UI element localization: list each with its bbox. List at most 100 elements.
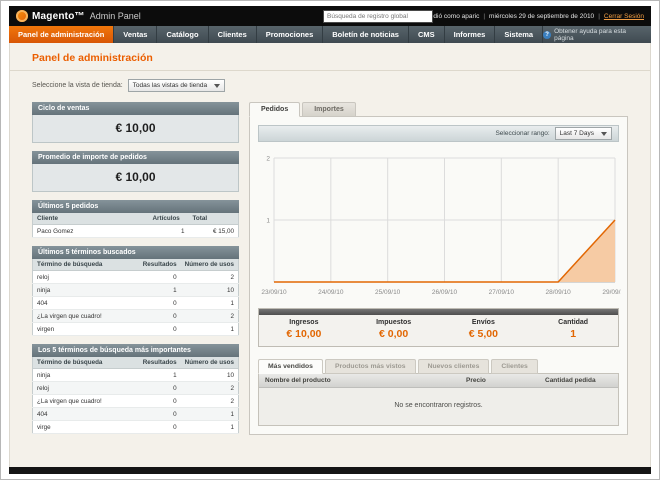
total-value: € 0,00 — [379, 328, 409, 340]
column-header: Número de usos — [180, 259, 239, 271]
dashboard-main: Ciclo de ventas € 10,00 Promedio de impo… — [10, 92, 650, 435]
search-term-row[interactable]: 404 0 1 — [32, 296, 239, 310]
chevron-down-icon — [214, 83, 221, 88]
svg-text:27/09/10: 27/09/10 — [489, 289, 515, 296]
average-orders-card: Promedio de importe de pedidos € 10,00 — [32, 151, 239, 192]
header-bar: Magento™ Admin Panel Accedió como aparic… — [9, 6, 651, 26]
diagram-tab[interactable]: Importes — [302, 102, 356, 117]
search-term-row[interactable]: 404 0 1 — [32, 407, 239, 421]
lifetime-sales-card: Ciclo de ventas € 10,00 — [32, 102, 239, 143]
search-term-row[interactable]: reloj 0 2 — [32, 381, 239, 395]
nav-item[interactable]: Ventas — [114, 26, 158, 43]
column-header: Cliente — [32, 213, 149, 225]
totals-body: Ingresos € 10,00 Impuestos € 0,00 Envíos… — [259, 315, 618, 346]
range-bar: Seleccionar rango: Last 7 Days — [258, 125, 619, 142]
global-search-input[interactable] — [323, 9, 433, 23]
total-value: 1 — [570, 328, 577, 340]
brand-subtitle: Admin Panel — [89, 11, 141, 21]
card-title: Promedio de importe de pedidos — [32, 151, 239, 164]
grid-tab[interactable]: Clientes — [491, 359, 538, 374]
chevron-down-icon — [601, 131, 607, 136]
grid-tabs: Más vendidos Productos más vistos Nuevos… — [258, 359, 619, 374]
dashboard-panel: Pedidos Importes Seleccionar rango: Last… — [249, 102, 628, 435]
nav-item[interactable]: Boletín de noticias — [323, 26, 409, 43]
help-link[interactable]: ? Obtener ayuda para esta página — [543, 26, 651, 43]
main-nav: Panel de administración Ventas Catálogo … — [9, 26, 651, 43]
total-cell: Ingresos € 10,00 — [259, 319, 349, 340]
search-term-row[interactable]: virge 0 1 — [32, 420, 239, 434]
last-orders-table: Cliente Artículos Total Paco Gomez 1 € 15,… — [32, 213, 239, 238]
page-header: Panel de administración — [10, 43, 650, 71]
dashboard-sidebar: Ciclo de ventas € 10,00 Promedio de impo… — [32, 102, 239, 434]
svg-text:1: 1 — [266, 218, 270, 225]
diagram-tab[interactable]: Pedidos — [249, 102, 301, 117]
svg-text:23/09/10: 23/09/10 — [261, 289, 287, 296]
svg-text:29/09/10: 29/09/10 — [602, 289, 621, 296]
last-search-terms-card: Últimos 5 términos buscados Término de b… — [32, 246, 239, 336]
svg-text:26/09/10: 26/09/10 — [432, 289, 458, 296]
store-view-value: Todas las vistas de tienda — [132, 82, 208, 89]
column-header[interactable]: Cantidad pedida — [539, 374, 618, 387]
separator: | — [483, 12, 486, 20]
total-label: Impuestos — [376, 319, 412, 326]
svg-text:28/09/10: 28/09/10 — [546, 289, 572, 296]
column-header: Número de usos — [180, 357, 239, 369]
nav-item[interactable]: CMS — [409, 26, 445, 43]
card-title: Ciclo de ventas — [32, 102, 239, 115]
order-row[interactable]: Paco Gomez 1 € 15,00 — [32, 224, 239, 238]
nav-item[interactable]: Promociones — [257, 26, 324, 43]
nav-item[interactable]: Informes — [445, 26, 496, 43]
grid-tab[interactable]: Más vendidos — [258, 359, 323, 374]
column-header[interactable]: Precio — [460, 374, 539, 387]
diagram-tabs: Pedidos Importes — [249, 102, 628, 117]
column-header: Resultados — [138, 357, 181, 369]
header-user-area: Accedió como aparic | miércoles 29 de se… — [419, 13, 644, 20]
grid-header: Nombre del producto Precio Cantidad pedi… — [259, 374, 618, 388]
store-view-select[interactable]: Todas las vistas de tienda — [127, 79, 226, 92]
search-term-row[interactable]: virgen 0 1 — [32, 322, 239, 336]
range-value: Last 7 Days — [559, 130, 594, 137]
svg-text:25/09/10: 25/09/10 — [375, 289, 401, 296]
total-cell: Cantidad 1 — [528, 319, 618, 340]
nav-item[interactable]: Panel de administración — [9, 26, 115, 43]
grid-tab[interactable]: Productos más vistos — [324, 359, 416, 374]
column-header: Resultados — [138, 259, 181, 271]
grid-tab[interactable]: Nuevos clientes — [417, 359, 490, 374]
empty-records-message: No se encontraron registros. — [259, 388, 618, 425]
total-cell: Impuestos € 0,00 — [349, 319, 439, 340]
total-value: € 5,00 — [468, 328, 498, 340]
svg-text:24/09/10: 24/09/10 — [318, 289, 344, 296]
separator: | — [598, 12, 600, 20]
total-label: Cantidad — [558, 319, 589, 326]
search-term-row[interactable]: ninja 1 10 — [32, 283, 239, 297]
help-label: Obtener ayuda para esta página — [554, 27, 627, 42]
orders-chart: 1 2 23/09/10 24/09/10 25/09/10 26/09/10 27/09/… — [258, 150, 621, 298]
search-term-row[interactable]: ¿La virgen que cuadro! 0 2 — [32, 394, 239, 408]
logout-link[interactable]: Cerrar Sesión — [604, 13, 644, 20]
diagram-box: Seleccionar rango: Last 7 Days 1 2 23/09/1… — [249, 116, 628, 435]
magento-logo-icon — [16, 10, 28, 22]
total-value: € 10,00 — [286, 328, 322, 340]
total-label: Ingresos — [289, 319, 319, 326]
lifetime-sales-value: € 10,00 — [32, 115, 239, 143]
total-label: Envíos — [471, 319, 495, 326]
search-term-row[interactable]: ninja 1 10 — [32, 368, 239, 382]
search-term-row[interactable]: reloj 0 2 — [32, 270, 239, 284]
card-title: Últimos 5 términos buscados — [32, 246, 239, 259]
magento-admin-dashboard: Magento™ Admin Panel Accedió como aparic… — [0, 0, 660, 480]
totals-bar: Ingresos € 10,00 Impuestos € 0,00 Envíos… — [258, 308, 619, 347]
search-term-row[interactable]: ¿La virgen que cuadro! 0 2 — [32, 309, 239, 323]
average-orders-value: € 10,00 — [32, 164, 239, 192]
top-search-terms-card: Los 5 términos de búsqueda más important… — [32, 344, 239, 434]
column-header: Término de búsqueda — [32, 357, 139, 369]
brand-title: Magento™ — [32, 10, 85, 22]
nav-item[interactable]: Clientes — [209, 26, 257, 43]
card-title: Los 5 términos de búsqueda más important… — [32, 344, 239, 357]
nav-item[interactable]: Catálogo — [157, 26, 209, 43]
content-area: Panel de administración Seleccione la vi… — [9, 43, 651, 467]
column-header: Total — [188, 213, 239, 225]
column-header[interactable]: Nombre del producto — [259, 374, 460, 387]
footer-bar — [9, 467, 651, 474]
nav-item[interactable]: Sistema — [495, 26, 544, 43]
range-select[interactable]: Last 7 Days — [554, 127, 612, 140]
